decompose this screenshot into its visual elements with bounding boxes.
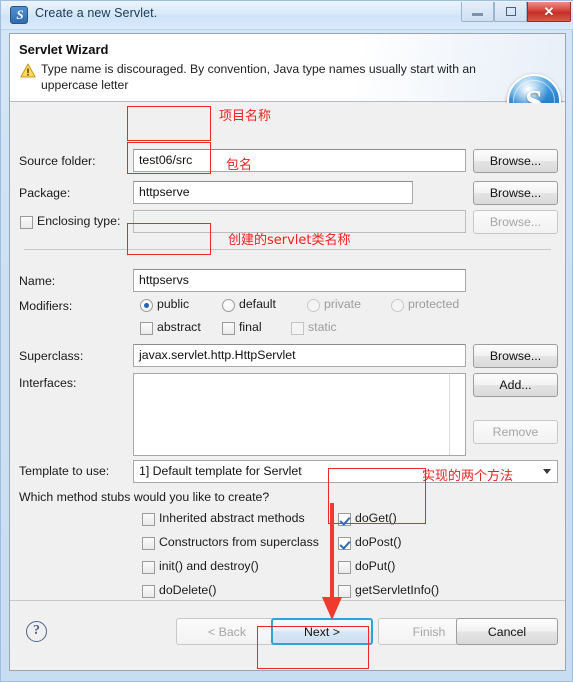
enclosing-type-label: Enclosing type: [37, 214, 121, 228]
superclass-input[interactable]: javax.servlet.http.HttpServlet [133, 344, 466, 367]
package-input[interactable]: httpserve [133, 181, 413, 204]
close-button[interactable]: ✕ [527, 2, 571, 22]
name-input[interactable]: httpservs [133, 269, 466, 292]
modifiers-label: Modifiers: [19, 299, 73, 313]
divider-1 [24, 249, 551, 250]
minimize-icon [472, 13, 483, 16]
next-button[interactable]: Next > [271, 618, 373, 645]
title-bar[interactable]: S Create a new Servlet. ✕ [1, 1, 573, 30]
modifier-radio-private [307, 299, 320, 312]
cancel-button[interactable]: Cancel [456, 618, 558, 645]
stub-checkbox-init-and-destroy[interactable] [142, 561, 155, 574]
interfaces-remove-button: Remove [473, 420, 558, 444]
modifier-checkbox-static [291, 322, 304, 335]
stub-label-getservletinfo: getServletInfo() [355, 583, 440, 597]
dialog-window: S Create a new Servlet. ✕ Servlet Wizard… [0, 0, 573, 682]
source-folder-label: Source folder: [19, 154, 96, 168]
stub-checkbox-dodelete[interactable] [142, 585, 155, 598]
template-label: Template to use: [19, 464, 110, 478]
method-stubs-question: Which method stubs would you like to cre… [19, 490, 270, 504]
modifier-label-static: static [308, 320, 337, 334]
wizard-header: Servlet Wizard Type name is discouraged.… [10, 34, 565, 128]
stub-checkbox-constructors-from-superclass[interactable] [142, 537, 155, 550]
window-title: Create a new Servlet. [35, 6, 158, 20]
enclosing-type-checkbox[interactable] [20, 216, 33, 229]
modifier-radio-public[interactable] [140, 299, 153, 312]
package-label: Package: [19, 186, 71, 200]
modifier-label-private: private [324, 297, 361, 311]
stub-checkbox-inherited-abstract-methods[interactable] [142, 513, 155, 526]
chevron-down-icon [543, 469, 551, 474]
interfaces-add-button[interactable]: Add... [473, 373, 558, 397]
interfaces-list[interactable] [133, 373, 466, 456]
warning-triangle-icon [20, 63, 36, 78]
annotation-text-package: 包名 [226, 158, 253, 173]
form-body: Source folder: test06/src Browse... Pack… [10, 103, 565, 600]
stub-label-inherited-abstract-methods: Inherited abstract methods [159, 511, 305, 525]
enclosing-type-browse-button: Browse... [473, 210, 558, 234]
stub-label-init-and-destroy: init() and destroy() [159, 559, 259, 573]
package-browse-button[interactable]: Browse... [473, 181, 558, 205]
modifier-label-default: default [239, 297, 276, 311]
back-button: < Back [176, 618, 278, 645]
servlet-app-icon: S [10, 6, 28, 24]
source-folder-input[interactable]: test06/src [133, 149, 466, 172]
superclass-browse-button[interactable]: Browse... [473, 344, 558, 368]
name-label: Name: [19, 274, 56, 288]
minimize-button[interactable] [461, 2, 494, 22]
interfaces-label: Interfaces: [19, 376, 77, 390]
stub-label-dopost: doPost() [355, 535, 402, 549]
template-selected-value: 1] Default template for Servlet [139, 464, 302, 478]
dialog-content: Servlet Wizard Type name is discouraged.… [9, 33, 566, 671]
modifier-label-final: final [239, 320, 262, 334]
stub-label-dodelete: doDelete() [159, 583, 217, 597]
close-icon: ✕ [543, 3, 555, 19]
modifier-radio-protected [391, 299, 404, 312]
annotation-text-source-folder: 项目名称 [219, 109, 272, 124]
help-icon[interactable]: ? [26, 621, 47, 642]
page-title: Servlet Wizard [19, 42, 109, 57]
annotation-text-methods: 实现的两个方法 [422, 469, 514, 484]
stub-label-doput: doPut() [355, 559, 396, 573]
modifier-label-abstract: abstract [157, 320, 201, 334]
stub-label-constructors-from-superclass: Constructors from superclass [159, 535, 319, 549]
annotation-text-name: 创建的servlet类名称 [228, 233, 351, 248]
source-folder-browse-button[interactable]: Browse... [473, 149, 558, 173]
modifier-label-protected: protected [408, 297, 460, 311]
modifier-checkbox-abstract[interactable] [140, 322, 153, 335]
warning-message: Type name is discouraged. By convention,… [41, 62, 476, 92]
dialog-footer: ? < Back Next > Finish Cancel [10, 600, 565, 670]
interfaces-list-scrollbar[interactable] [449, 374, 465, 455]
maximize-icon [505, 7, 516, 16]
modifier-label-public: public [157, 297, 190, 311]
modifier-checkbox-final[interactable] [222, 322, 235, 335]
stub-label-doget: doGet() [355, 511, 397, 525]
modifier-radio-default[interactable] [222, 299, 235, 312]
maximize-button[interactable] [494, 2, 527, 22]
next-button-label: Next > [304, 624, 340, 639]
annotation-arrow-icon [322, 503, 342, 620]
superclass-label: Superclass: [19, 349, 84, 363]
